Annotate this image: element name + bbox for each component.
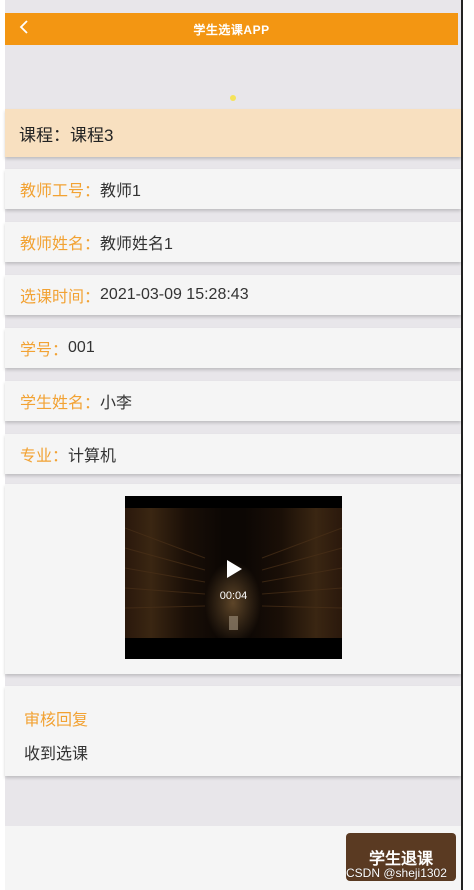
- review-card: 审核回复 收到选课: [5, 686, 461, 776]
- info-label: 教师姓名：: [20, 236, 101, 253]
- watermark: CSDN @sheji1302: [346, 866, 447, 880]
- info-row-student-name: 学生姓名： 小李: [5, 381, 461, 421]
- chevron-left-icon: [19, 19, 29, 39]
- video-player[interactable]: 00:04: [125, 496, 342, 659]
- app-screen: 学生选课APP 课程： 课程3 教师工号： 教师1 教师姓名： 教师姓名1 选课…: [0, 0, 474, 890]
- info-value: 2021-03-09 15:28:43: [100, 286, 249, 303]
- info-label: 学号：: [20, 342, 69, 359]
- review-title: 审核回复: [24, 712, 89, 729]
- info-row-student-id: 学号： 001: [5, 328, 461, 368]
- video-timestamp: 00:04: [219, 590, 248, 602]
- course-value: 课程3: [70, 125, 114, 145]
- info-label: 学生姓名：: [20, 395, 101, 412]
- video-card: 00:04: [5, 484, 461, 674]
- info-label: 选课时间：: [20, 289, 101, 306]
- info-value: 教师姓名1: [100, 236, 173, 253]
- app-header: 学生选课APP: [5, 13, 458, 45]
- info-row-selection-time: 选课时间： 2021-03-09 15:28:43: [5, 275, 461, 315]
- info-value: 001: [68, 339, 95, 356]
- info-row-teacher-id: 教师工号： 教师1: [5, 169, 461, 209]
- course-label: 课程：: [19, 125, 70, 145]
- review-content: 收到选课: [24, 746, 89, 763]
- window-border-line: [461, 0, 463, 890]
- play-icon[interactable]: [225, 559, 243, 579]
- info-value: 计算机: [68, 448, 117, 465]
- info-value: 教师1: [100, 183, 141, 200]
- page-title: 学生选课APP: [193, 22, 270, 37]
- back-button[interactable]: [13, 18, 35, 40]
- info-value: 小李: [100, 395, 133, 412]
- mouse-cursor-highlight: [230, 95, 236, 101]
- info-label: 教师工号：: [20, 183, 101, 200]
- course-card: 课程： 课程3: [5, 109, 461, 157]
- info-label: 专业：: [20, 448, 69, 465]
- info-row-major: 专业： 计算机: [5, 434, 461, 474]
- info-row-teacher-name: 教师姓名： 教师姓名1: [5, 222, 461, 262]
